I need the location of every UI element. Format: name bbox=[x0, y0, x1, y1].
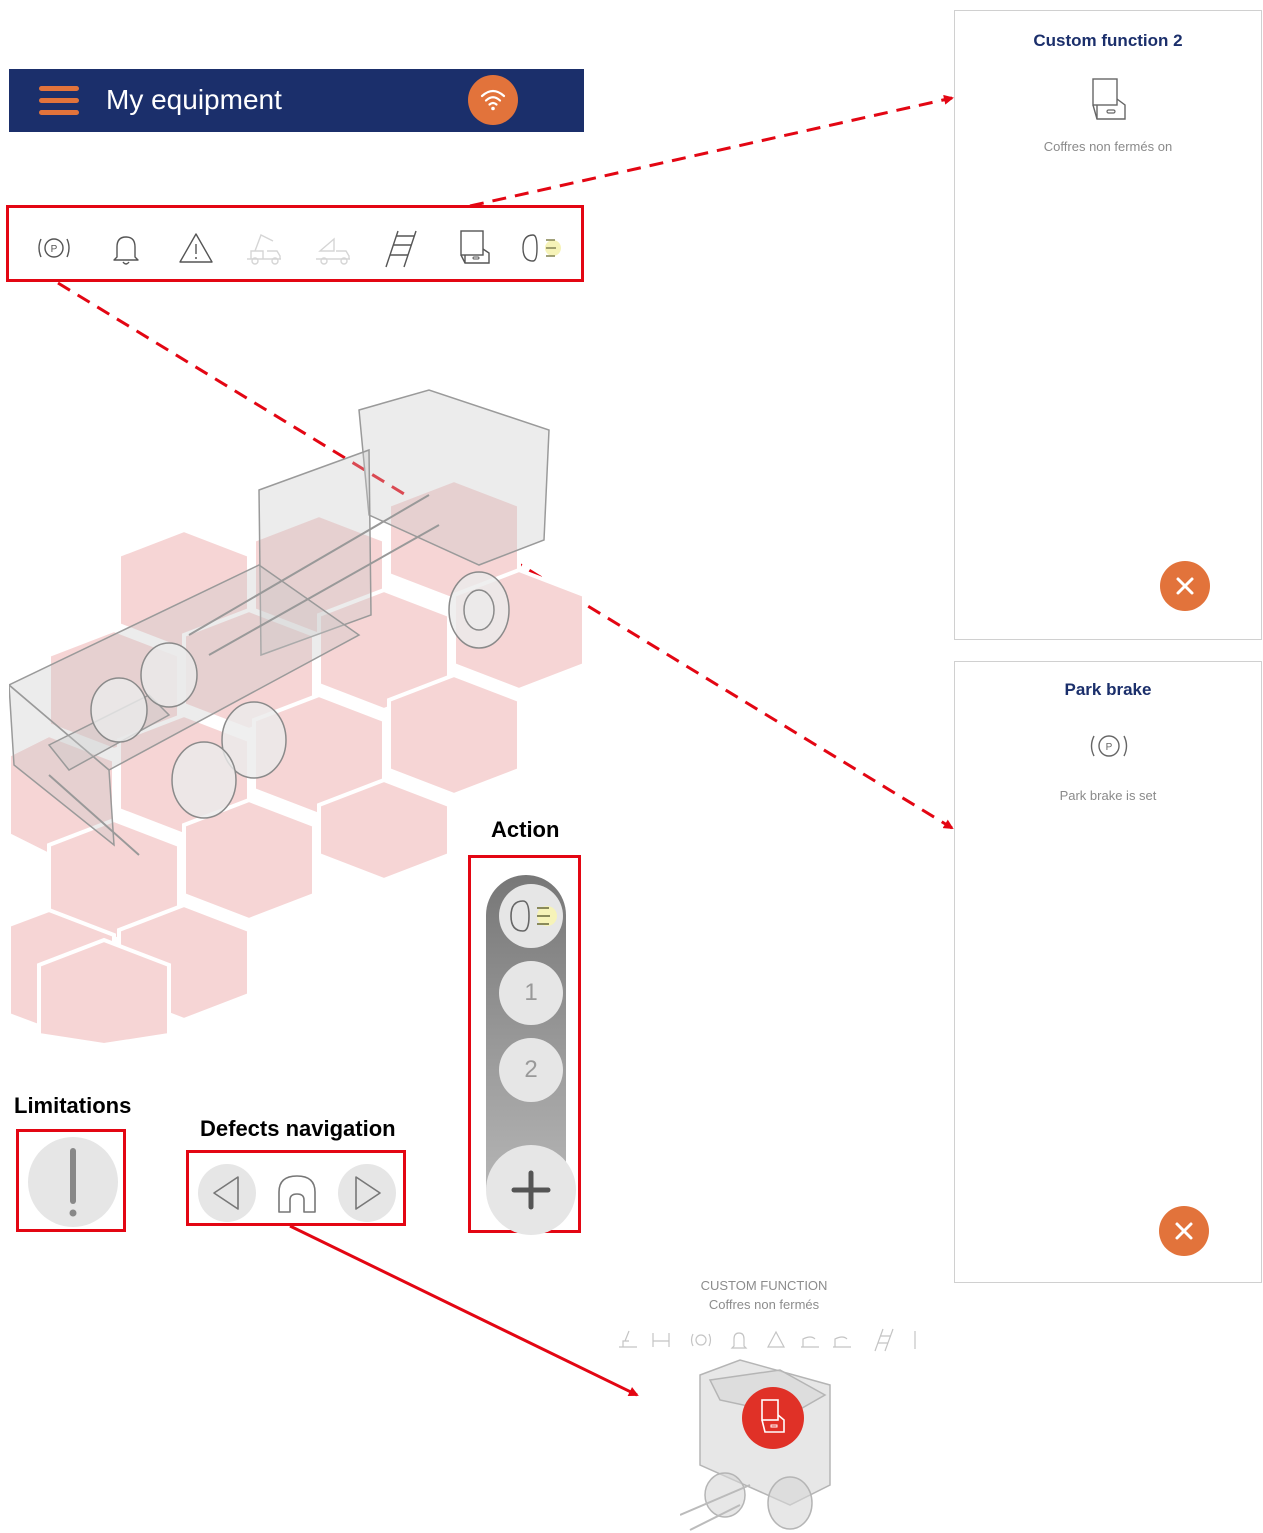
preview-defect-marker[interactable] bbox=[742, 1387, 804, 1449]
hamburger-icon[interactable] bbox=[39, 83, 79, 119]
defects-navigation-highlight bbox=[186, 1150, 406, 1226]
add-action-button[interactable] bbox=[486, 1145, 576, 1235]
close-icon bbox=[1176, 577, 1194, 595]
action-menu-highlight: 1 2 bbox=[468, 855, 581, 1235]
close-button[interactable] bbox=[1160, 561, 1210, 611]
panel-title: Park brake bbox=[1064, 680, 1152, 699]
status-icon-bar: P bbox=[6, 205, 584, 282]
bell-icon bbox=[730, 1332, 748, 1349]
crane-truck-icon bbox=[801, 1336, 819, 1348]
crane-truck-icon bbox=[619, 1330, 637, 1348]
app-header: My equipment bbox=[9, 69, 584, 132]
park-brake-icon[interactable]: P bbox=[33, 227, 75, 269]
home-button[interactable] bbox=[268, 1164, 326, 1222]
tipper-truck-icon[interactable] bbox=[312, 227, 354, 269]
home-icon bbox=[278, 1175, 316, 1213]
action-button-2[interactable]: 2 bbox=[499, 1038, 563, 1102]
plus-icon bbox=[511, 1170, 551, 1210]
wifi-icon[interactable] bbox=[468, 75, 518, 125]
panel-title: Custom function 2 bbox=[1033, 31, 1183, 50]
triangle-left-icon bbox=[213, 1176, 239, 1210]
arrow-to-preview bbox=[289, 1224, 639, 1397]
custom-function-panel: Custom function 2 Coffres non fermés on bbox=[954, 10, 1262, 640]
triangle-right-icon bbox=[355, 1176, 381, 1210]
action-label: Action bbox=[491, 817, 560, 842]
bell-icon[interactable] bbox=[105, 227, 147, 269]
preview-subheading: Coffres non fermés bbox=[708, 1297, 820, 1312]
park-brake-panel: Park brake P Park brake is set bbox=[954, 661, 1262, 1283]
svg-text:P: P bbox=[1106, 742, 1113, 753]
previous-defect-button[interactable] bbox=[198, 1164, 256, 1222]
svg-text:P: P bbox=[51, 244, 58, 255]
panel-message: Coffres non fermés on bbox=[1043, 139, 1173, 154]
warning-icon[interactable] bbox=[175, 227, 217, 269]
action-headlight-button[interactable] bbox=[499, 884, 563, 948]
crane-truck-icon[interactable] bbox=[243, 227, 285, 269]
ladder-icon bbox=[874, 1328, 894, 1352]
limitations-button[interactable] bbox=[28, 1137, 118, 1227]
tipper-truck-icon bbox=[833, 1336, 851, 1348]
box-icon[interactable] bbox=[453, 227, 495, 269]
tipper-truck-icon bbox=[652, 1333, 670, 1347]
headlight-icon bbox=[510, 900, 557, 932]
defects-navigation-label: Defects navigation bbox=[200, 1116, 396, 1141]
close-button[interactable] bbox=[1159, 1206, 1209, 1256]
preview-heading: CUSTOM FUNCTION bbox=[700, 1278, 828, 1293]
page-title: My equipment bbox=[106, 84, 282, 115]
box-icon bbox=[761, 1399, 785, 1433]
close-icon bbox=[1175, 1222, 1193, 1240]
ladder-icon[interactable] bbox=[380, 227, 422, 269]
panel-message: Park brake is set bbox=[1059, 788, 1157, 803]
park-brake-icon: P bbox=[1090, 735, 1128, 757]
limitations-label: Limitations bbox=[14, 1093, 132, 1118]
headlight-icon[interactable] bbox=[519, 227, 561, 269]
limitations-highlight bbox=[16, 1129, 126, 1232]
box-icon bbox=[1092, 78, 1126, 120]
next-defect-button[interactable] bbox=[338, 1164, 396, 1222]
park-brake-icon bbox=[690, 1333, 712, 1347]
action-button-1[interactable]: 1 bbox=[499, 961, 563, 1025]
warning-icon bbox=[767, 1330, 785, 1348]
preview-icon-bar bbox=[615, 1325, 925, 1355]
exclamation-icon bbox=[69, 1148, 77, 1217]
